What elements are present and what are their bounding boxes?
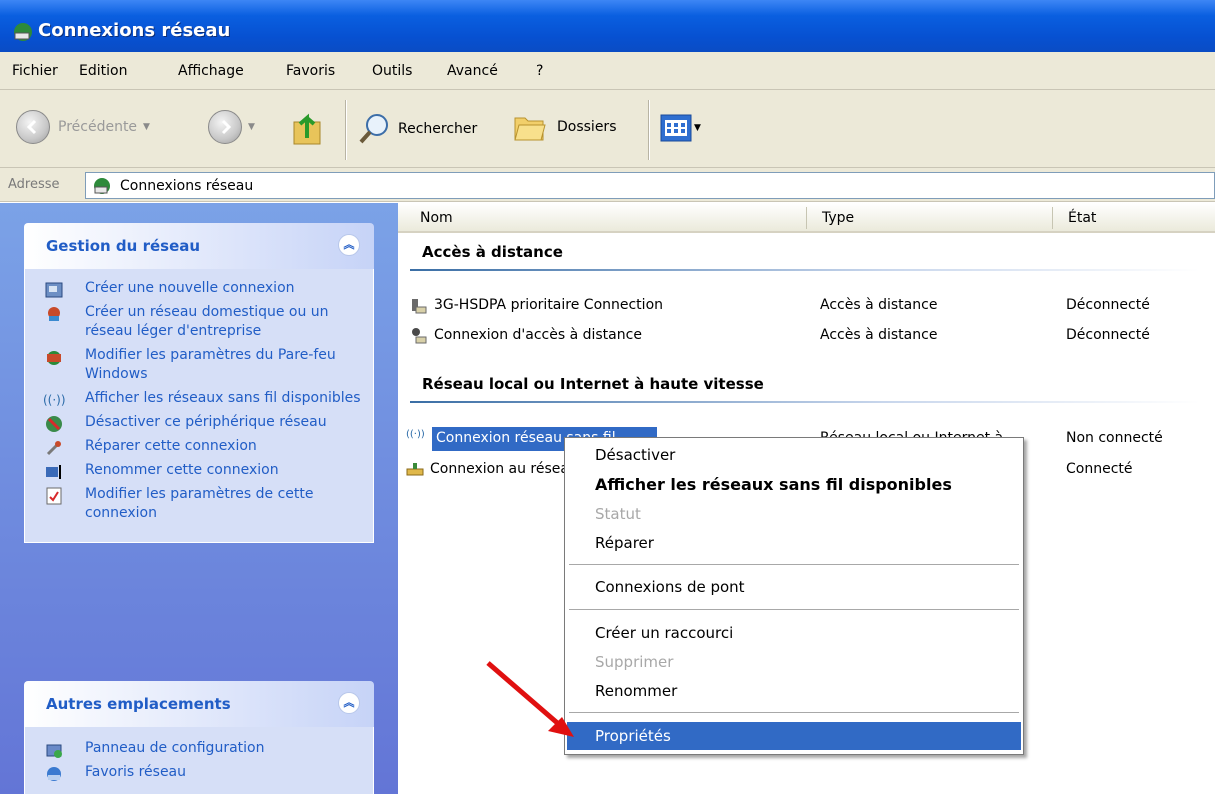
- list-item[interactable]: 3G-HSDPA prioritaire Connection Accès à …: [398, 295, 1215, 317]
- panel-title: Autres emplacements: [46, 695, 231, 713]
- views-dropdown-icon[interactable]: ▼: [694, 123, 701, 133]
- column-header-state[interactable]: État: [1052, 203, 1215, 233]
- menu-edit[interactable]: Edition: [79, 63, 127, 79]
- folders-label: Dossiers: [557, 119, 617, 135]
- settings-icon: [46, 487, 62, 505]
- task-connection-settings[interactable]: Modifier les paramètres de cette connexi…: [25, 485, 373, 523]
- menu-view[interactable]: Affichage: [178, 63, 244, 79]
- menu-advanced[interactable]: Avancé: [447, 63, 498, 79]
- network-connections-icon: [14, 23, 32, 41]
- forward-dropdown-icon[interactable]: ▼: [248, 122, 255, 132]
- task-pane: Gestion du réseau ︽ Créer une nouvelle c…: [0, 203, 398, 794]
- search-label: Rechercher: [398, 121, 478, 137]
- window-title: Connexions réseau: [38, 20, 231, 41]
- network-connections-icon: [94, 178, 110, 194]
- menu-item-repair[interactable]: Réparer: [595, 534, 654, 552]
- list-item[interactable]: Connexion d'accès à distance Accès à dis…: [398, 325, 1215, 347]
- menu-separator: [569, 712, 1019, 713]
- task-home-network[interactable]: Créer un réseau domestique ou un réseau …: [25, 303, 373, 341]
- up-folder-icon[interactable]: [292, 108, 326, 146]
- forward-button[interactable]: ▼: [208, 110, 255, 144]
- menu-item-delete: Supprimer: [595, 653, 674, 671]
- dialup-connection-icon: [412, 328, 427, 344]
- address-field[interactable]: Connexions réseau: [85, 172, 1215, 199]
- address-bar: Adresse Connexions réseau: [0, 168, 1215, 202]
- folders-icon: [514, 117, 546, 141]
- menu-item-shortcut[interactable]: Créer un raccourci: [595, 624, 733, 642]
- repair-icon: [46, 441, 61, 456]
- group-divider: [410, 269, 1200, 271]
- back-arrow-icon: [16, 110, 50, 144]
- control-panel-icon: [46, 744, 62, 758]
- back-label: Précédente: [58, 119, 138, 135]
- column-header-type[interactable]: Type: [806, 203, 1052, 233]
- lan-connection-icon: [406, 463, 424, 476]
- menu-item-bridge[interactable]: Connexions de pont: [595, 578, 745, 596]
- group-title: Réseau local ou Internet à haute vitesse: [422, 375, 764, 393]
- task-disable-device[interactable]: Désactiver ce périphérique réseau: [25, 413, 373, 432]
- network-places-icon: [47, 767, 61, 781]
- menu-bar: Fichier Edition Affichage Favoris Outils…: [0, 52, 1215, 90]
- back-button[interactable]: Précédente ▼: [16, 110, 150, 144]
- new-connection-icon: [45, 282, 63, 298]
- group-title: Accès à distance: [422, 243, 563, 261]
- menu-item-status: Statut: [595, 505, 641, 523]
- panel-title: Gestion du réseau: [46, 237, 201, 255]
- address-label: Adresse: [8, 177, 60, 192]
- task-wireless[interactable]: ((·)) Afficher les réseaux sans fil disp…: [25, 389, 373, 408]
- annotation-arrow-icon: [486, 661, 574, 737]
- context-menu: Désactiver Afficher les réseaux sans fil…: [564, 437, 1024, 755]
- wireless-icon: ((·)): [406, 429, 425, 440]
- menu-separator: [569, 564, 1019, 565]
- task-rename[interactable]: Renommer cette connexion: [25, 461, 373, 480]
- back-dropdown-icon[interactable]: ▼: [143, 122, 150, 132]
- views-icon: [660, 114, 692, 142]
- collapse-icon[interactable]: ︽: [338, 692, 360, 714]
- forward-arrow-icon: [208, 110, 242, 144]
- search-icon: [359, 114, 388, 144]
- menu-separator: [569, 609, 1019, 610]
- other-places-panel: Autres emplacements ︽ Panneau de configu…: [24, 681, 374, 794]
- column-header-name[interactable]: Nom: [398, 203, 806, 233]
- views-button[interactable]: ▼: [660, 114, 701, 142]
- wireless-icon: ((·)): [43, 393, 66, 407]
- rename-icon: [46, 465, 61, 479]
- task-repair[interactable]: Réparer cette connexion: [25, 437, 373, 456]
- network-tasks-panel: Gestion du réseau ︽ Créer une nouvelle c…: [24, 223, 374, 543]
- task-firewall[interactable]: Modifier les paramètres du Pare-feu Wind…: [25, 346, 373, 384]
- address-value: Connexions réseau: [120, 178, 254, 194]
- title-bar[interactable]: Connexions réseau: [0, 0, 1215, 52]
- menu-item-view-wireless[interactable]: Afficher les réseaux sans fil disponible…: [595, 475, 952, 494]
- home-network-icon: [48, 307, 60, 321]
- firewall-icon: [47, 351, 61, 365]
- menu-favorites[interactable]: Favoris: [286, 63, 335, 79]
- group-divider: [410, 401, 1200, 403]
- search-button[interactable]: Rechercher: [358, 112, 477, 146]
- panel-header[interactable]: Autres emplacements ︽: [24, 681, 374, 727]
- menu-item-disable[interactable]: Désactiver: [595, 446, 675, 464]
- menu-item-properties[interactable]: Propriétés: [567, 722, 1021, 750]
- modem-connection-icon: [412, 299, 427, 314]
- collapse-icon[interactable]: ︽: [338, 234, 360, 256]
- menu-item-rename[interactable]: Renommer: [595, 682, 677, 700]
- place-network-places[interactable]: Favoris réseau: [25, 763, 373, 782]
- menu-help[interactable]: ?: [536, 63, 543, 79]
- task-new-connection[interactable]: Créer une nouvelle connexion: [25, 279, 373, 298]
- toolbar: Précédente ▼ ▼ Rechercher Dossiers ▼: [0, 90, 1215, 168]
- place-control-panel[interactable]: Panneau de configuration: [25, 739, 373, 758]
- panel-header[interactable]: Gestion du réseau ︽: [24, 223, 374, 269]
- folders-button[interactable]: Dossiers: [513, 112, 617, 142]
- disable-device-icon: [46, 416, 62, 432]
- menu-file[interactable]: Fichier: [12, 63, 58, 79]
- menu-tools[interactable]: Outils: [372, 63, 412, 79]
